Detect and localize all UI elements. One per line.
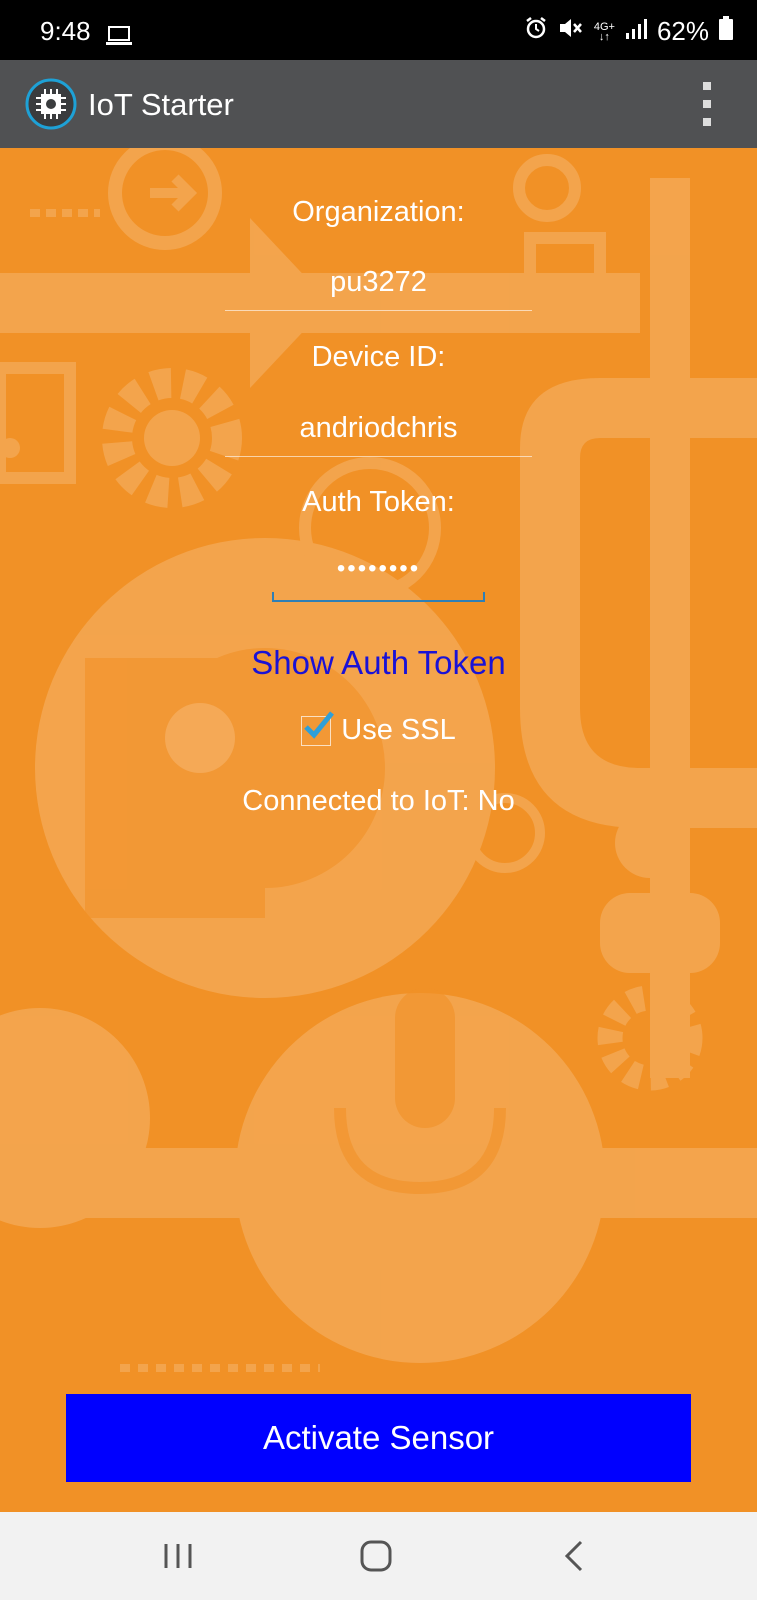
mute-icon xyxy=(558,16,584,47)
device-id-field[interactable]: andriodchris xyxy=(225,412,532,457)
battery-icon xyxy=(719,16,733,47)
recents-icon[interactable] xyxy=(158,1536,198,1576)
use-ssl-checkbox[interactable] xyxy=(301,710,335,746)
activate-sensor-button[interactable]: Activate Sensor xyxy=(66,1394,691,1482)
auth-token-value: •••••••• xyxy=(336,555,421,582)
signal-icon xyxy=(625,16,647,47)
use-ssl-label: Use SSL xyxy=(341,714,456,746)
chip-icon xyxy=(24,77,78,131)
organization-field[interactable]: pu3272 xyxy=(225,266,532,311)
app-title: IoT Starter xyxy=(88,87,234,122)
organization-label: Organization: xyxy=(292,196,465,228)
organization-value: pu3272 xyxy=(330,266,427,298)
system-nav-bar xyxy=(0,1512,757,1600)
back-icon[interactable] xyxy=(555,1536,595,1576)
home-icon[interactable] xyxy=(356,1536,396,1576)
laptop-icon xyxy=(106,22,132,53)
device-id-label: Device ID: xyxy=(311,341,446,373)
status-bar: 9:48 4G+ ↓↑ 62% xyxy=(0,0,757,60)
auth-token-field[interactable]: •••••••• xyxy=(272,556,485,602)
network-type-indicator: 4G+ ↓↑ xyxy=(593,20,615,43)
use-ssl-row[interactable]: Use SSL xyxy=(0,710,757,747)
status-time: 9:48 xyxy=(40,16,91,46)
checkmark-icon xyxy=(304,710,335,739)
app-bar: IoT Starter xyxy=(0,60,757,148)
network-type-label: 4G+ xyxy=(593,20,615,33)
connection-status: Connected to IoT: No xyxy=(242,785,515,817)
device-id-value: andriodchris xyxy=(299,412,458,444)
overflow-menu-icon[interactable] xyxy=(697,82,717,126)
show-auth-token-link[interactable]: Show Auth Token xyxy=(0,644,757,682)
battery-percent: 62% xyxy=(656,16,709,46)
alarm-icon xyxy=(524,16,548,47)
auth-token-label: Auth Token: xyxy=(302,486,455,518)
